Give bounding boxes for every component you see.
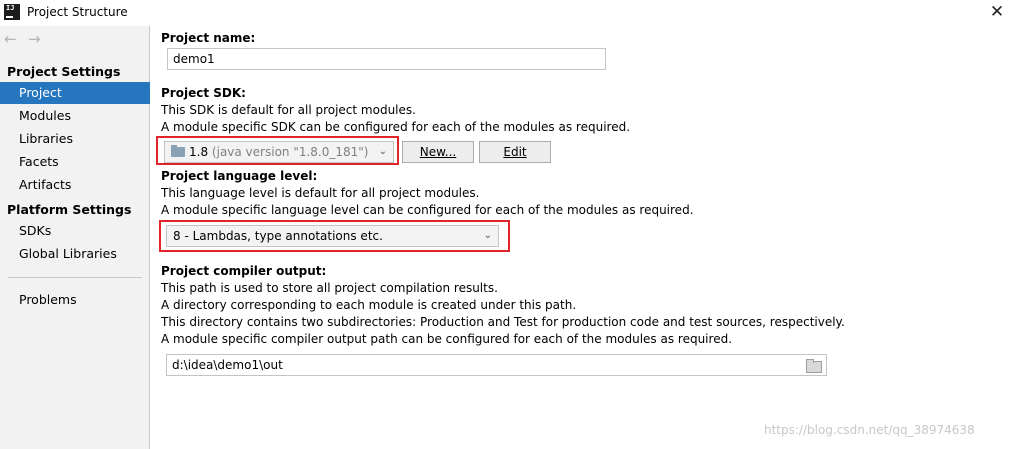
browse-folder-icon[interactable]	[806, 359, 822, 373]
compiler-output-path-field[interactable]: d:\idea\demo1\out	[166, 354, 827, 376]
compiler-output-label: Project compiler output:	[161, 264, 327, 278]
edit-sdk-button[interactable]: Edit	[479, 141, 551, 163]
language-level-highlight-box	[159, 220, 510, 252]
title-bar: IJ Project Structure ✕	[0, 0, 1021, 26]
project-name-input[interactable]	[167, 48, 606, 70]
close-icon[interactable]: ✕	[986, 2, 1008, 24]
sidebar-item-modules[interactable]: Modules	[0, 105, 150, 127]
project-sdk-label: Project SDK:	[161, 86, 246, 100]
compiler-output-desc-3: This directory contains two subdirectori…	[161, 315, 845, 329]
project-sdk-desc-2: A module specific SDK can be configured …	[161, 120, 631, 134]
project-sdk-desc-1: This SDK is default for all project modu…	[161, 103, 416, 117]
watermark: https://blog.csdn.net/qq_38974638	[764, 423, 975, 437]
sidebar-item-global-libraries[interactable]: Global Libraries	[0, 243, 150, 265]
sidebar-item-sdks[interactable]: SDKs	[0, 220, 150, 242]
compiler-output-path: d:\idea\demo1\out	[172, 358, 283, 372]
sidebar: ← → Project Settings Project Modules Libr…	[0, 26, 150, 449]
sdk-highlight-box	[156, 136, 399, 165]
sidebar-divider	[8, 277, 142, 278]
compiler-output-desc-2: A directory corresponding to each module…	[161, 298, 577, 312]
language-level-desc-2: A module specific language level can be …	[161, 203, 694, 217]
new-sdk-button[interactable]: New...	[402, 141, 474, 163]
edit-button-label: Edit	[503, 145, 527, 159]
forward-arrow-icon[interactable]: →	[28, 30, 52, 48]
sidebar-item-project[interactable]: Project	[0, 82, 150, 104]
language-level-label: Project language level:	[161, 169, 318, 183]
sidebar-item-libraries[interactable]: Libraries	[0, 128, 150, 150]
project-name-label: Project name:	[161, 31, 256, 45]
nav-arrows: ← →	[4, 30, 52, 50]
project-settings-header: Project Settings	[7, 64, 121, 79]
project-settings-panel: Project name: Project SDK: This SDK is d…	[151, 26, 1021, 449]
new-button-label: New...	[419, 145, 457, 159]
back-arrow-icon[interactable]: ←	[4, 30, 28, 48]
intellij-app-icon: IJ	[4, 4, 20, 20]
language-level-desc-1: This language level is default for all p…	[161, 186, 480, 200]
sidebar-item-artifacts[interactable]: Artifacts	[0, 174, 150, 196]
sidebar-item-facets[interactable]: Facets	[0, 151, 150, 173]
platform-settings-header: Platform Settings	[7, 202, 132, 217]
window-title: Project Structure	[27, 5, 128, 19]
sidebar-item-problems[interactable]: Problems	[0, 289, 150, 311]
compiler-output-desc-4: A module specific compiler output path c…	[161, 332, 733, 346]
compiler-output-desc-1: This path is used to store all project c…	[161, 281, 498, 295]
